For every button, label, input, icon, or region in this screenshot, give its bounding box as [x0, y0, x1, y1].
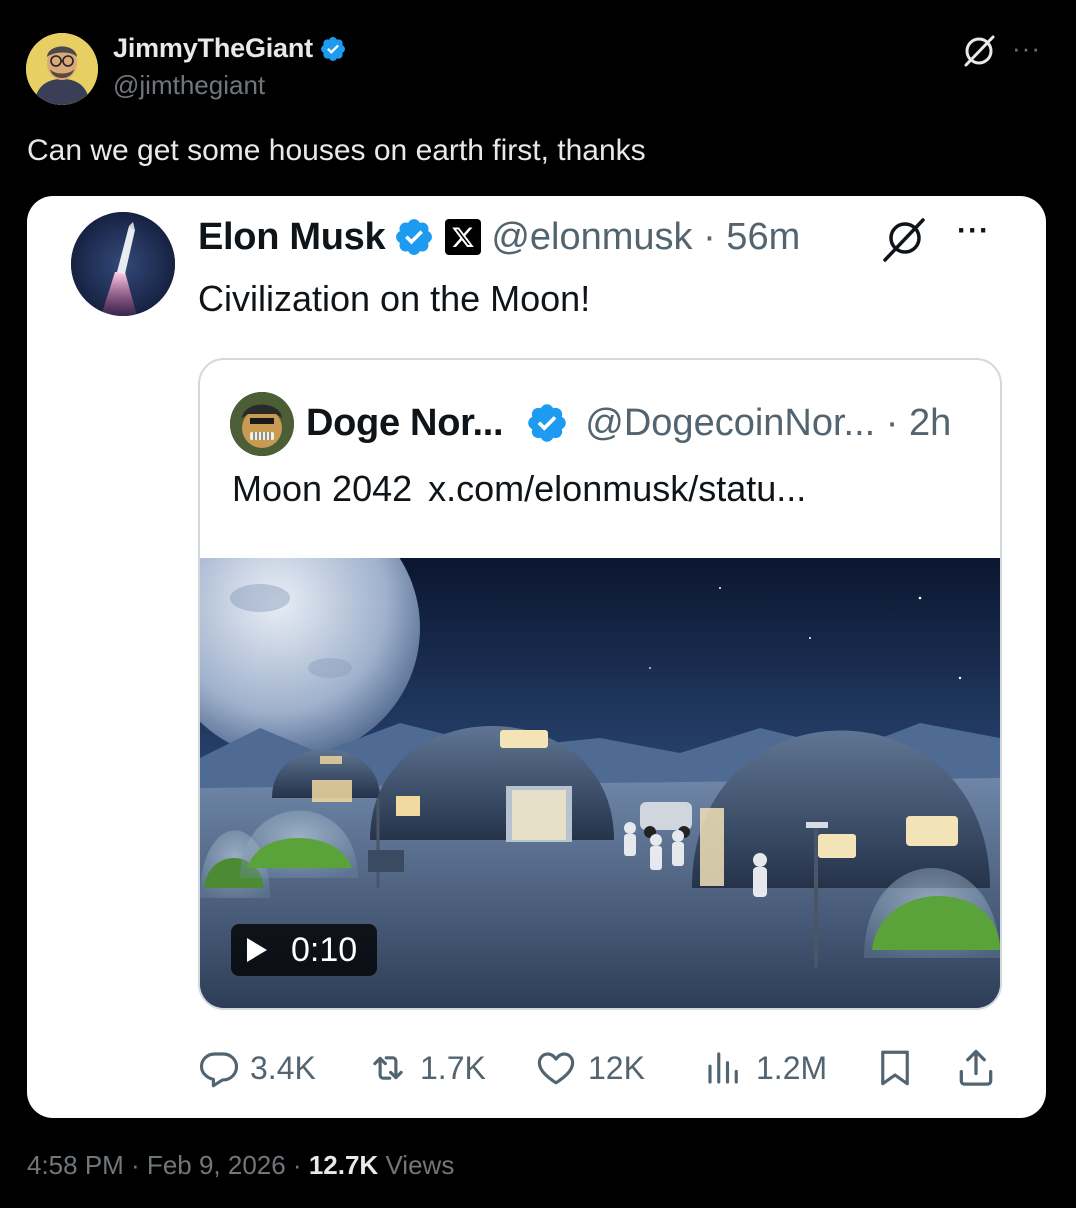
repost-button[interactable]: 1.7K	[366, 1044, 486, 1092]
grok-icon[interactable]	[879, 216, 927, 269]
quoted-tweet-header: Elon Musk @elonmusk · 56m	[198, 214, 800, 260]
verified-badge-icon[interactable]	[525, 401, 569, 445]
verified-badge-icon[interactable]	[319, 35, 347, 63]
nested-handle-and-time[interactable]: @DogecoinNor... · 2h	[585, 402, 951, 445]
rocket-avatar-illustration	[71, 212, 175, 316]
bookmark-button[interactable]	[874, 1044, 916, 1092]
avatar-jimmythegiant[interactable]	[26, 33, 98, 105]
views-count: 1.2M	[756, 1049, 828, 1086]
quoted-tweet-card[interactable]: Elon Musk @elonmusk · 56m ··· Civilizati…	[27, 196, 1046, 1118]
like-button[interactable]: 12K	[534, 1044, 645, 1092]
reply-count: 3.4K	[250, 1049, 316, 1086]
tweet-views-label: Views	[385, 1150, 455, 1180]
repost-icon	[373, 1056, 403, 1080]
tweet-timestamp-row: 4:58 PM · Feb 9, 2026 · 12.7K Views	[27, 1150, 454, 1181]
avatar-dogecoin-norway[interactable]	[230, 392, 294, 456]
outer-tweet-text: Can we get some houses on earth first, t…	[27, 134, 646, 167]
video-play-button[interactable]: 0:10	[231, 924, 377, 976]
quoted-handle-and-time[interactable]: @elonmusk · 56m	[491, 216, 800, 259]
reply-icon	[199, 1052, 239, 1088]
video-thumbnail[interactable]: 0:10	[200, 558, 1000, 1008]
share-icon	[959, 1049, 993, 1086]
nested-quote-link[interactable]: x.com/elonmusk/statu...	[428, 468, 806, 509]
heart-icon	[537, 1052, 575, 1085]
tweet-action-bar: 3.4K 1.7K 12K 1.2M	[198, 1044, 1008, 1092]
nested-quote-text: Moon 2042	[232, 468, 413, 509]
share-button[interactable]	[954, 1044, 998, 1092]
bookmark-icon	[881, 1050, 909, 1086]
avatar-elonmusk[interactable]	[71, 212, 175, 316]
outer-display-name-row[interactable]: JimmyTheGiant	[113, 33, 347, 64]
outer-display-name[interactable]: JimmyTheGiant	[113, 33, 313, 64]
quoted-display-name[interactable]: Elon Musk	[198, 216, 386, 259]
more-options-icon[interactable]: ···	[1012, 35, 1041, 61]
views-button[interactable]: 1.2M	[702, 1044, 827, 1092]
nested-quote-header: Doge Nor... @DogecoinNor... · 2h	[306, 398, 951, 448]
video-duration: 0:10	[291, 930, 358, 969]
tweet-view-count: 12.7K	[308, 1150, 379, 1180]
nested-quote-text-row: Moon 2042 x.com/elonmusk/statu...	[232, 468, 806, 510]
tweet-timestamp[interactable]: 4:58 PM · Feb 9, 2026 ·	[27, 1150, 309, 1180]
reply-button[interactable]: 3.4K	[198, 1044, 316, 1092]
play-icon	[247, 938, 267, 962]
doge-avatar-illustration	[230, 392, 294, 456]
repost-count: 1.7K	[420, 1049, 486, 1086]
x-logo-icon[interactable]	[445, 219, 482, 255]
more-options-icon[interactable]: ···	[957, 216, 990, 246]
grok-icon[interactable]	[960, 32, 998, 75]
quoted-tweet-text: Civilization on the Moon!	[198, 278, 591, 319]
verified-badge-icon[interactable]	[393, 216, 435, 258]
nested-display-name[interactable]: Doge Nor...	[306, 402, 504, 445]
analytics-icon	[708, 1052, 738, 1084]
nested-quote-card[interactable]: Doge Nor... @DogecoinNor... · 2h Moon 20…	[198, 358, 1002, 1010]
outer-handle[interactable]: @jimthegiant	[113, 70, 265, 101]
like-count: 12K	[588, 1049, 645, 1086]
avatar-illustration	[26, 33, 98, 105]
